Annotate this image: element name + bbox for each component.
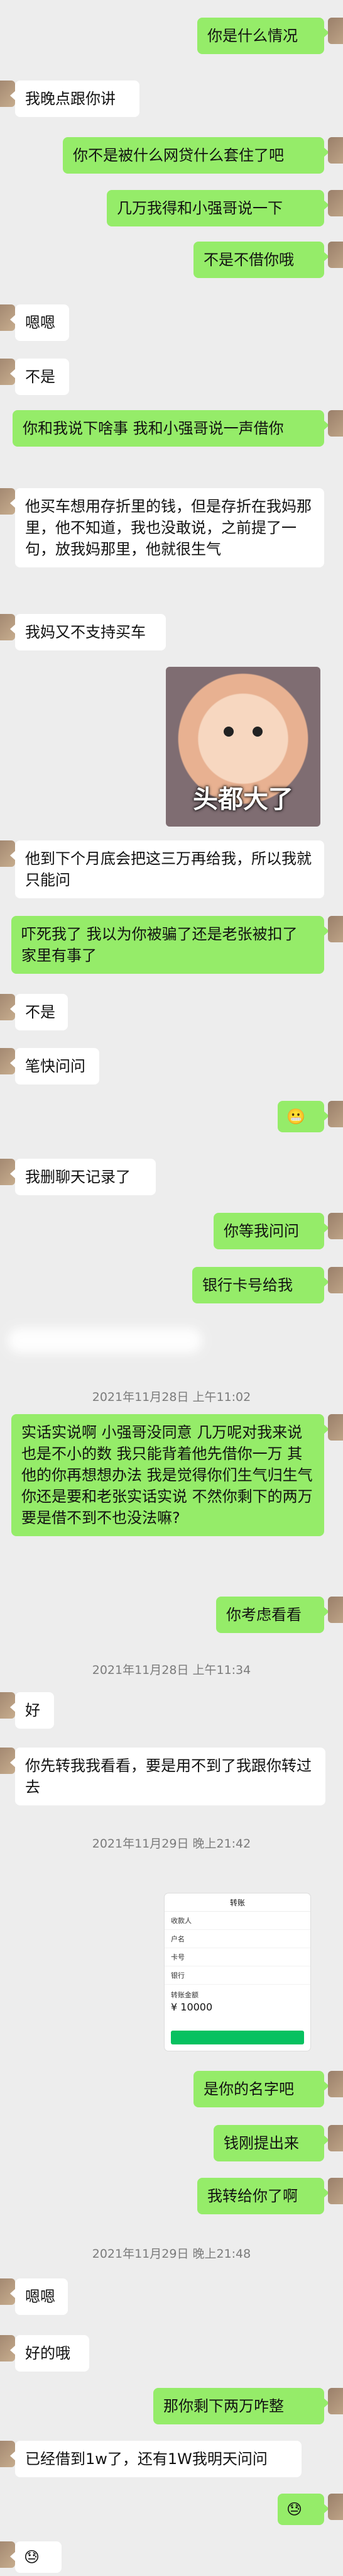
avatar[interactable] [328,1267,343,1293]
avatar[interactable] [328,242,343,268]
sent-message[interactable]: 你不是被什么网贷什么套住了吧 [63,137,329,174]
avatar[interactable] [328,18,343,44]
received-message[interactable]: 已经借到1w了，还有1W我明天问问 [10,2441,302,2477]
timestamp: 2021年11月29日 晚上21:48 [92,2247,251,2261]
avatar[interactable] [328,2125,343,2151]
sent-emoji-message[interactable]: 😓 [278,2494,329,2525]
received-message[interactable]: 笔快问问 [10,1048,99,1084]
transfer-amount: ¥ 10000 [171,2001,213,2013]
received-emoji-message[interactable]: 😓 [10,2541,62,2573]
avatar[interactable] [328,190,343,216]
sent-message[interactable]: 你考虑看看 [216,1597,329,1633]
transfer-account-row: 户名 [165,1930,310,1948]
avatar[interactable] [328,2178,343,2204]
avatar[interactable] [328,1414,343,1441]
received-message[interactable]: 你先转我我看看，要是用不到了我跟你转过去 [10,1748,325,1805]
timestamp: 2021年11月29日 晚上21:42 [92,1837,251,1851]
chat-conversation: 你是什么情况 我晚点跟你讲 你不是被什么网贷什么套住了吧 几万我得和小强哥说一下… [0,0,343,2576]
received-message[interactable]: 好 [10,1692,54,1729]
transfer-card-label: 卡号 [171,1953,185,1961]
received-message[interactable]: 我妈又不支持买车 [10,614,166,650]
sticker-caption: 头都大了 [193,785,293,814]
redacted-message [8,1328,202,1353]
avatar[interactable] [328,137,343,164]
sent-emoji-message[interactable]: 😬 [278,1101,329,1132]
sent-message[interactable]: 你和我说下啥事 我和小强哥说一声借你 [13,410,329,447]
sticker-eye [253,727,263,737]
sent-message[interactable]: 银行卡号给我 [192,1267,329,1303]
sent-message[interactable]: 不是不借你哦 [193,242,329,278]
transfer-title: 转账 [165,1893,310,1912]
timestamp: 2021年11月28日 上午11:34 [92,1663,251,1677]
received-message[interactable]: 好的哦 [10,2335,89,2372]
sent-message[interactable]: 实话实说啊 小强哥没同意 几万呢对我来说也是不小的数 我只能背着他先借你一万 其… [11,1414,329,1536]
received-message[interactable]: 他买车想用存折里的钱，但是存折在我妈那里，他不知道，我也没敢说，之前提了一句，放… [10,488,324,567]
sticker-eye [224,727,234,737]
avatar[interactable] [328,2494,343,2520]
received-message[interactable]: 嗯嗯 [10,2278,68,2315]
sent-message[interactable]: 几万我得和小强哥说一下 [107,190,329,226]
avatar[interactable] [328,2071,343,2097]
sent-message[interactable]: 是你的名字吧 [193,2071,329,2107]
sent-message[interactable]: 我转给你了啊 [197,2178,329,2214]
received-message[interactable]: 不是 [10,994,68,1030]
sent-message[interactable]: 钱刚提出来 [214,2125,329,2161]
transfer-confirm-button [171,2031,304,2044]
timestamp: 2021年11月28日 上午11:02 [92,1390,251,1404]
transfer-account-label: 户名 [171,1935,185,1943]
sent-message[interactable]: 那你剩下两万咋整 [153,2388,329,2424]
transfer-amount-label: 转账金额 [171,1991,199,1999]
received-message[interactable]: 不是 [10,359,69,395]
avatar[interactable] [328,1597,343,1623]
sent-message[interactable]: 吓死我了 我以为你被骗了还是老张被扣了 家里有事了 [11,916,329,974]
received-message[interactable]: 他到下个月底会把这三万再给我，所以我就只能问 [10,840,324,898]
transfer-payee-row: 收款人 [165,1912,310,1930]
transfer-bank-row: 银行 [165,1966,310,1985]
avatar[interactable] [328,1213,343,1239]
transfer-card-row: 卡号 [165,1948,310,1966]
sent-message[interactable]: 你是什么情况 [197,18,329,54]
sticker-image[interactable]: 头都大了 [166,667,320,827]
sticker-eyes [224,727,263,738]
transfer-bank-label: 银行 [171,1971,185,1980]
avatar[interactable] [328,916,343,942]
received-message[interactable]: 嗯嗯 [10,304,69,341]
transfer-payee-label: 收款人 [171,1917,192,1925]
transfer-screenshot-image[interactable]: 转账 收款人 户名 卡号 银行 转账金额 ¥ 10000 [165,1893,310,2051]
avatar[interactable] [328,410,343,437]
received-message[interactable]: 我删聊天记录了 [10,1159,156,1195]
received-message[interactable]: 我晚点跟你讲 [10,81,139,117]
sent-message[interactable]: 你等我问问 [214,1213,329,1249]
avatar[interactable] [328,1101,343,1127]
avatar[interactable] [328,2388,343,2414]
